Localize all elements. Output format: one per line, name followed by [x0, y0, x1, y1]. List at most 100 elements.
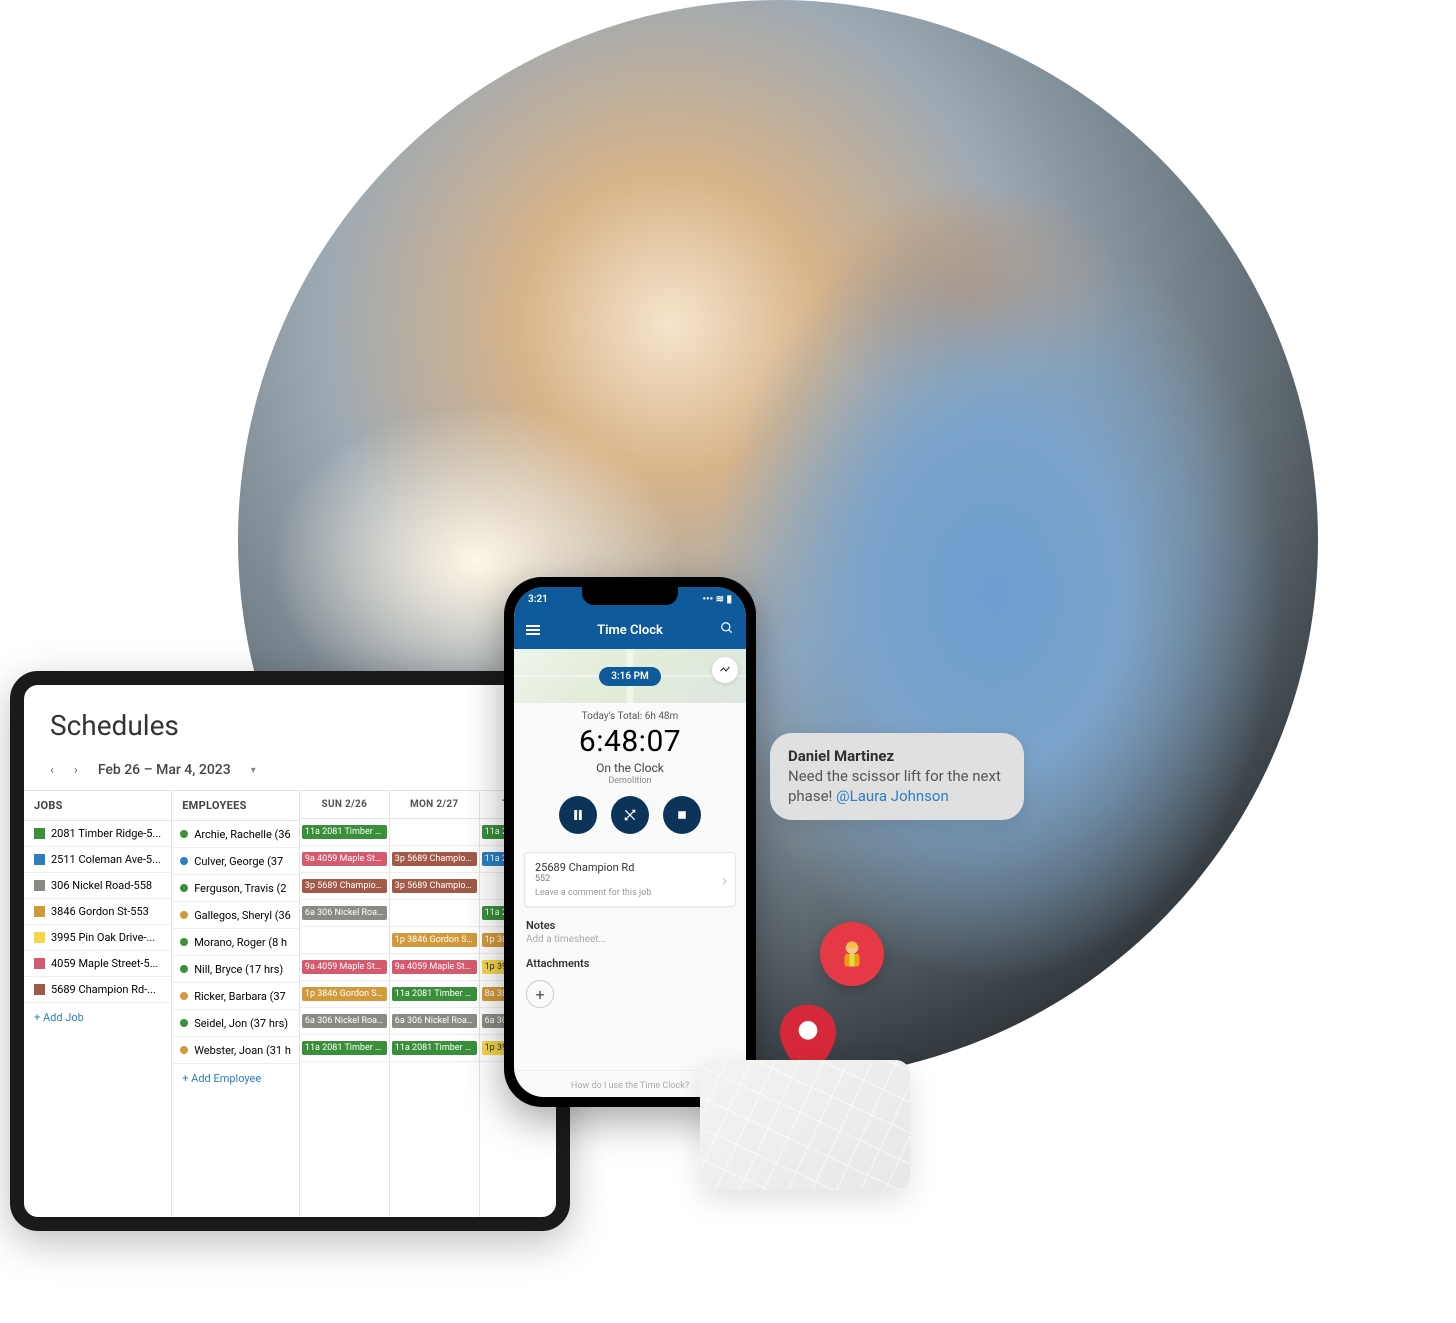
- job-label: 3846 Gordon St-553: [51, 905, 149, 918]
- job-row[interactable]: 5689 Champion Rd-...: [24, 977, 171, 1003]
- employee-dot: [180, 1046, 188, 1054]
- schedule-chip[interactable]: 6a 306 Nickel Road-5: [302, 906, 387, 920]
- employee-row[interactable]: Nill, Bryce (17 hrs): [172, 956, 299, 983]
- schedule-cell[interactable]: 3p 5689 Champion F: [300, 873, 389, 900]
- job-swatch: [34, 828, 45, 839]
- day-header: SUN 2/26: [300, 791, 389, 819]
- job-row[interactable]: 3846 Gordon St-553: [24, 899, 171, 925]
- employee-row[interactable]: Culver, George (37: [172, 848, 299, 875]
- schedule-chip[interactable]: 6a 306 Nickel Road-5: [302, 1014, 387, 1028]
- schedule-cell[interactable]: 6a 306 Nickel Road-5: [300, 1008, 389, 1035]
- schedule-cell[interactable]: 11a 2081 Timber Rid: [390, 981, 479, 1008]
- chevron-down-icon: ▾: [251, 765, 256, 776]
- expand-map-button[interactable]: [712, 657, 738, 683]
- notes-hint[interactable]: Add a timesheet...: [514, 934, 746, 945]
- status-time: 3:21: [528, 594, 548, 605]
- employee-name: Gallegos, Sheryl (36: [194, 909, 291, 922]
- employee-name: Nill, Bryce (17 hrs): [194, 963, 283, 976]
- employee-dot: [180, 992, 188, 1000]
- employee-dot: [180, 965, 188, 973]
- employee-row[interactable]: Archie, Rachelle (36: [172, 821, 299, 848]
- schedules-title: Schedules: [50, 709, 530, 742]
- schedule-cell[interactable]: 6a 306 Nickel Road-5: [300, 900, 389, 927]
- job-card[interactable]: 25689 Champion Rd 552 Leave a comment fo…: [524, 852, 736, 907]
- schedule-chip[interactable]: 9a 4059 Maple Stree: [392, 960, 477, 974]
- schedule-cell[interactable]: [390, 819, 479, 846]
- schedule-cell[interactable]: 6a 306 Nickel Road-5: [390, 1008, 479, 1035]
- schedule-chip[interactable]: 3p 5689 Champion F: [302, 879, 387, 893]
- add-attachment-button[interactable]: +: [526, 980, 554, 1008]
- schedule-cell[interactable]: 9a 4059 Maple Stree: [300, 846, 389, 873]
- clock-status: On the Clock: [514, 761, 746, 775]
- chat-message: Need the scissor lift for the next phase…: [788, 767, 1006, 806]
- phone-device: 3:21 ••• ≋ ▮ Time Clock 3:16 PM Today's …: [504, 577, 756, 1107]
- schedule-cell[interactable]: 11a 2081 Timber Ric: [390, 1035, 479, 1062]
- chat-mention[interactable]: @Laura Johnson: [836, 787, 949, 805]
- schedule-chip[interactable]: 11a 2081 Timber Rid: [392, 987, 477, 1001]
- schedule-cell[interactable]: 3p 5689 Champion F: [390, 846, 479, 873]
- map-card[interactable]: [700, 1060, 910, 1190]
- schedule-cell[interactable]: [300, 927, 389, 954]
- schedule-chip[interactable]: 9a 4059 Maple Stree: [302, 960, 387, 974]
- schedule-cell[interactable]: 1p 3846 Gordon St-5: [390, 927, 479, 954]
- employee-row[interactable]: Ricker, Barbara (37: [172, 983, 299, 1010]
- employee-row[interactable]: Morano, Roger (8 h: [172, 929, 299, 956]
- employee-dot: [180, 857, 188, 865]
- job-type: Demolition: [514, 776, 746, 786]
- date-range[interactable]: Feb 26 – Mar 4, 2023: [98, 762, 231, 778]
- job-swatch: [34, 932, 45, 943]
- employee-row[interactable]: Gallegos, Sheryl (36: [172, 902, 299, 929]
- stop-button[interactable]: [663, 796, 701, 834]
- menu-button[interactable]: [526, 625, 540, 635]
- day-column: SUN 2/26 11a 2081 Timber Rid 9a 4059 Maple…: [300, 791, 390, 1217]
- chat-sender: Daniel Martinez: [788, 747, 1006, 765]
- chat-bubble: Daniel Martinez Need the scissor lift fo…: [770, 733, 1024, 820]
- job-label: 306 Nickel Road-558: [51, 879, 152, 892]
- job-row[interactable]: 2511 Coleman Ave-5...: [24, 847, 171, 873]
- search-button[interactable]: [720, 621, 734, 639]
- job-row[interactable]: 4059 Maple Street-5...: [24, 951, 171, 977]
- schedule-cell[interactable]: 11a 2081 Timber Rid: [300, 1035, 389, 1062]
- prev-week-button[interactable]: ‹: [50, 763, 54, 778]
- switch-button[interactable]: [611, 796, 649, 834]
- worker-avatar: [820, 922, 884, 986]
- employee-name: Webster, Joan (31 h: [194, 1044, 291, 1057]
- schedule-chip[interactable]: 1p 3846 Gordon St-5: [302, 987, 387, 1001]
- employee-dot: [180, 938, 188, 946]
- schedule-cell[interactable]: 9a 4059 Maple Stree: [300, 954, 389, 981]
- add-job-button[interactable]: + Add Job: [24, 1003, 171, 1032]
- schedule-cell[interactable]: 9a 4059 Maple Stree: [390, 954, 479, 981]
- schedule-chip[interactable]: 11a 2081 Timber Ric: [392, 1041, 477, 1055]
- job-code: 552: [535, 874, 725, 884]
- schedule-chip[interactable]: 11a 2081 Timber Rid: [302, 1041, 387, 1055]
- schedule-cell[interactable]: 1p 3846 Gordon St-5: [300, 981, 389, 1008]
- next-week-button[interactable]: ›: [74, 763, 78, 778]
- notes-label: Notes: [514, 907, 746, 934]
- notch: [582, 587, 678, 605]
- employee-row[interactable]: Seidel, Jon (37 hrs): [172, 1010, 299, 1037]
- map-strip[interactable]: 3:16 PM: [514, 649, 746, 703]
- pause-button[interactable]: [559, 796, 597, 834]
- add-employee-button[interactable]: + Add Employee: [172, 1064, 299, 1093]
- schedule-cell[interactable]: 11a 2081 Timber Rid: [300, 819, 389, 846]
- schedule-chip[interactable]: 3p 5689 Champion F: [392, 852, 477, 866]
- job-row[interactable]: 2081 Timber Ridge-5...: [24, 821, 171, 847]
- job-row[interactable]: 306 Nickel Road-558: [24, 873, 171, 899]
- employee-name: Culver, George (37: [194, 855, 283, 868]
- employee-row[interactable]: Ferguson, Travis (2: [172, 875, 299, 902]
- schedule-chip[interactable]: 9a 4059 Maple Stree: [302, 852, 387, 866]
- employee-name: Seidel, Jon (37 hrs): [194, 1017, 288, 1030]
- job-swatch: [34, 906, 45, 917]
- schedule-chip[interactable]: 1p 3846 Gordon St-5: [392, 933, 477, 947]
- schedule-chip[interactable]: 3p 5689 Champion F: [392, 879, 477, 893]
- job-label: 2511 Coleman Ave-5...: [51, 853, 161, 866]
- schedule-chip[interactable]: 11a 2081 Timber Rid: [302, 825, 387, 839]
- job-label: 2081 Timber Ridge-5...: [51, 827, 161, 840]
- employee-row[interactable]: Webster, Joan (31 h: [172, 1037, 299, 1064]
- schedule-cell[interactable]: [390, 900, 479, 927]
- job-row[interactable]: 3995 Pin Oak Drive-...: [24, 925, 171, 951]
- employee-name: Archie, Rachelle (36: [194, 828, 290, 841]
- schedule-cell[interactable]: 3p 5689 Champion F: [390, 873, 479, 900]
- schedule-chip[interactable]: 6a 306 Nickel Road-5: [392, 1014, 477, 1028]
- job-label: 4059 Maple Street-5...: [51, 957, 158, 970]
